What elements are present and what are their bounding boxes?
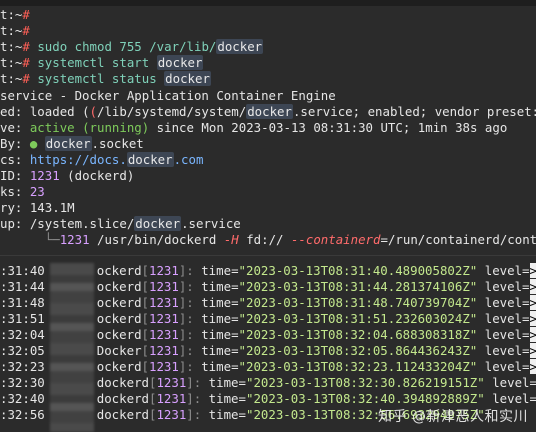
status-docs[interactable]: cs: https://docs.docker.com [0,152,536,168]
status-active: ve: active (running) since Mon 2023-03-1… [0,120,508,135]
terminal-top-edge [0,0,536,6]
section-divider [0,255,536,256]
prompt-line: t:~# sudo chmod 755 /var/lib/docker [0,39,264,54]
status-memory: ry: 143.1M [0,200,75,215]
prompt-line: t:~# [0,7,30,22]
prompt-line: t:~# systemctl start docker [0,55,204,70]
terminal-window[interactable]: t:~# t:~# t:~# sudo chmod 755 /var/lib/d… [0,0,536,432]
status-triggered-by: By: ● docker.socket [0,136,144,151]
redacted-hostname-blur [50,263,94,432]
status-cgroup-tree: └─1231 /usr/bin/dockerd -H fd:// --conta… [0,232,536,247]
status-loaded: ed: loaded ((/lib/systemd/system/docker.… [0,104,536,119]
watermark: 知乎 @新津恶人和实川 [378,409,528,425]
prompt-line: t:~# [0,23,30,38]
prompt-line: t:~# systemctl status docker [0,71,211,86]
status-tasks: ks: 23 [0,184,45,199]
status-cgroup: up: /system.slice/docker.service [0,216,241,231]
status-main-pid: ID: 1231 (dockerd) [0,168,135,183]
service-title: service - Docker Application Container E… [0,88,336,103]
